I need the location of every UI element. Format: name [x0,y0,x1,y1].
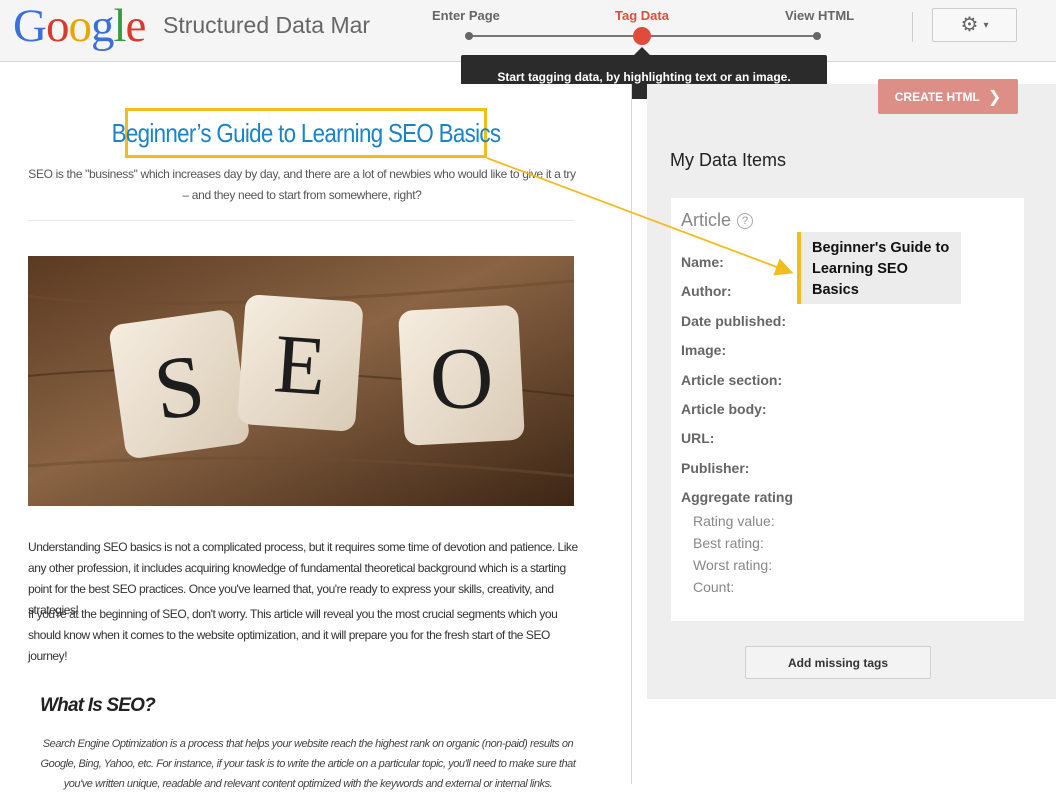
progress-steps: Enter Page Tag Data View HTML [430,0,870,60]
field-article-body[interactable]: Article body: [681,401,767,417]
tagged-headline[interactable]: Beginner’s Guide to Learning SEO Basics [112,108,501,158]
logo-letter: l [113,0,126,52]
google-logo: Google [13,0,147,54]
step-dot-enter-page [465,32,473,40]
item-type-title: Article ? [681,210,754,231]
help-icon[interactable]: ? [737,212,754,229]
create-html-button[interactable]: CREATE HTML ❯ [878,79,1018,114]
subfield-worst-rating[interactable]: Worst rating: [693,557,772,573]
tile-letter-o: O [427,329,496,429]
chevron-right-icon: ❯ [987,88,1002,106]
subfield-rating-value[interactable]: Rating value: [693,513,775,529]
article-intro[interactable]: SEO is the "business" which increases da… [24,164,580,206]
article-headline[interactable]: Beginner’s Guide to Learning SEO Basics [112,118,501,149]
step-view-html[interactable]: View HTML [785,8,854,23]
name-field-value[interactable]: Beginner's Guide to Learning SEO Basics [797,232,961,304]
item-type-label: Article [681,210,732,230]
settings-button[interactable]: ⚙ ▾ [932,8,1017,42]
section-paragraph[interactable]: Search Engine Optimization is a process … [28,734,588,794]
divider [28,220,574,221]
logo-letter: g [90,0,114,52]
article-paragraph[interactable]: If you're at the beginning of SEO, don't… [28,604,578,667]
section-heading[interactable]: What Is SEO? [40,695,156,717]
step-tag-data[interactable]: Tag Data [615,8,669,23]
app-title: Structured Data Mar [163,12,371,38]
step-dot-tag-data [633,27,651,45]
field-name[interactable]: Name: [681,254,724,270]
logo-letter: o [68,0,91,52]
field-aggregate-rating[interactable]: Aggregate rating [681,489,793,505]
step-enter-page[interactable]: Enter Page [432,8,500,23]
create-html-label: CREATE HTML [894,89,980,104]
divider [912,12,913,42]
field-publisher[interactable]: Publisher: [681,460,749,476]
panel-title: My Data Items [670,150,787,170]
logo-letter: e [125,0,147,52]
logo-letter: G [13,0,47,52]
field-author[interactable]: Author: [681,283,732,299]
field-url[interactable]: URL: [681,430,714,446]
subfield-count[interactable]: Count: [693,579,734,595]
logo-letter: o [45,0,69,52]
field-article-section[interactable]: Article section: [681,372,782,388]
field-image[interactable]: Image: [681,342,726,358]
seo-tiles-image[interactable]: S E O [28,256,574,506]
tile-letter-e: E [271,317,329,413]
top-bar: Google Structured Data Mar Enter Page Ta… [0,0,1056,62]
field-date-published[interactable]: Date published: [681,313,786,329]
step-dot-view-html [813,32,821,40]
add-missing-tags-button[interactable]: Add missing tags [745,646,931,679]
chevron-down-icon: ▾ [983,19,989,31]
gear-icon: ⚙ [960,14,979,36]
subfield-best-rating[interactable]: Best rating: [693,535,764,551]
article-preview: Beginner’s Guide to Learning SEO Basics … [0,84,632,790]
